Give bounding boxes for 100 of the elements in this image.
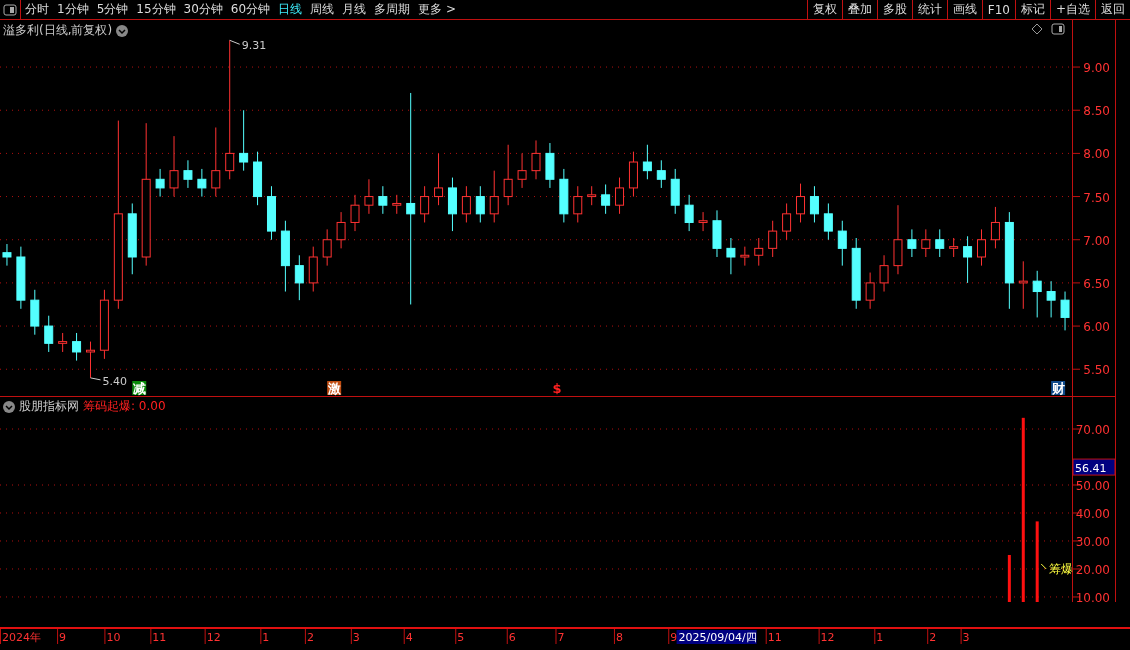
date-axis-label: 12 [206,631,221,644]
event-badge[interactable]: 财 [1051,381,1066,396]
candlestick [183,159,193,189]
candlestick [16,246,26,310]
candlestick [656,159,666,189]
signal-label: 筹爆 [1040,561,1074,576]
signal-bar [1007,555,1011,602]
candlestick [392,194,402,215]
candlestick [44,315,54,353]
candlestick [865,272,875,310]
diamond-icon[interactable] [1031,23,1043,35]
period-tab[interactable]: 分时 [21,0,53,19]
candlestick [197,168,207,198]
toolbar-button[interactable]: 统计 [911,0,947,19]
candlestick [545,142,555,189]
date-axis-label: 11 [152,631,167,644]
candlestick [907,228,917,258]
toolbar-button[interactable]: 叠加 [841,0,877,19]
candlestick [86,341,95,379]
candlestick [155,168,165,198]
toolbar-button[interactable]: 复权 [806,0,842,19]
toolbar-button[interactable]: 多股 [876,0,912,19]
period-tab[interactable]: 月线 [338,0,371,19]
date-axis-label: 11 [767,631,782,644]
candlestick [754,237,764,267]
axis-label: 10.00 [1075,590,1110,602]
axis-label: 20.00 [1075,562,1110,577]
candlestick [1060,291,1070,331]
candlestick [740,246,750,267]
candlestick [768,220,778,258]
event-mark[interactable]: $ [552,381,562,396]
event-badge[interactable]: 减 [132,381,147,396]
candlestick [573,185,583,223]
candlestick [559,168,569,223]
candlestick [990,206,1000,249]
date-axis-label: 3 [352,631,360,644]
axis-label: 7.50 [1083,190,1110,205]
candlestick [420,185,430,223]
date-axis-label: 6 [508,631,516,644]
date-axis-label: 12 [820,631,835,644]
candlestick [670,168,680,215]
axis-label: 6.50 [1083,276,1110,291]
candlestick [378,185,388,215]
candlestick [1032,270,1042,318]
chart-title: 溢多利(日线,前复权) [3,22,113,39]
period-tab[interactable]: 1分钟 [53,0,93,19]
candlestick [503,144,513,206]
period-tab[interactable]: 5分钟 [92,0,133,19]
date-axis-label: 4 [405,631,413,644]
date-axis-label: 7 [557,631,565,644]
panel-toggle-icon[interactable] [1051,23,1065,35]
candlestick [601,183,611,215]
axis-label: 8.00 [1083,147,1110,162]
axis-label: 70.00 [1075,423,1110,438]
candlestick [935,228,945,258]
axis-label: 40.00 [1075,507,1110,521]
date-axis-label: 9 [670,631,678,644]
period-tab[interactable]: 多周期 [370,0,415,19]
candlestick [642,144,652,180]
candlestick [809,185,819,223]
period-tab[interactable]: 更多 > [414,0,460,19]
cursor-date: 2025/09/04/四 [676,630,757,644]
toolbar-button[interactable]: 返回 [1095,0,1130,19]
period-tab[interactable]: 15分钟 [132,0,180,19]
dropdown-icon[interactable] [3,400,15,413]
toolbar-button[interactable]: 画线 [946,0,982,19]
candlestick [336,211,346,249]
date-axis-label: 9 [59,631,67,644]
axis-label: 6.00 [1083,320,1110,335]
candlestick [350,194,360,232]
period-tab[interactable]: 日线 [274,0,307,19]
event-badge[interactable]: 激 [327,381,342,396]
candlestick [796,183,805,223]
candlestick [517,152,527,189]
annotation: 5.40 [102,374,127,388]
candlestick [58,332,68,353]
candlestick [364,178,374,215]
panel-toggle-icon[interactable] [0,0,21,20]
dropdown-icon[interactable] [116,24,129,37]
candlestick [1018,260,1028,310]
candlestick [628,151,638,198]
period-tab[interactable]: 30分钟 [179,0,227,19]
indicator-value: 筹码起爆: 0.00 [83,398,166,415]
candlestick [461,185,471,223]
toolbar-button[interactable]: +自选 [1049,0,1095,19]
candlestick [99,289,109,360]
axis-label: 30.00 [1075,535,1110,549]
candlestick [879,254,889,293]
period-tab[interactable]: 周线 [306,0,339,19]
period-tab[interactable]: 60分钟 [226,0,275,19]
date-axis-label: 10 [106,631,121,644]
toolbar-button[interactable]: 标记 [1014,0,1050,19]
candlestick [726,237,736,275]
candlestick [211,127,221,198]
axis-label: 7.00 [1083,233,1110,248]
candlestick [698,211,708,232]
annotation: 筹爆 [1049,561,1074,576]
date-axis-label: 2 [306,631,314,644]
candlestick [949,237,959,258]
toolbar-button[interactable]: F10 [981,0,1015,19]
